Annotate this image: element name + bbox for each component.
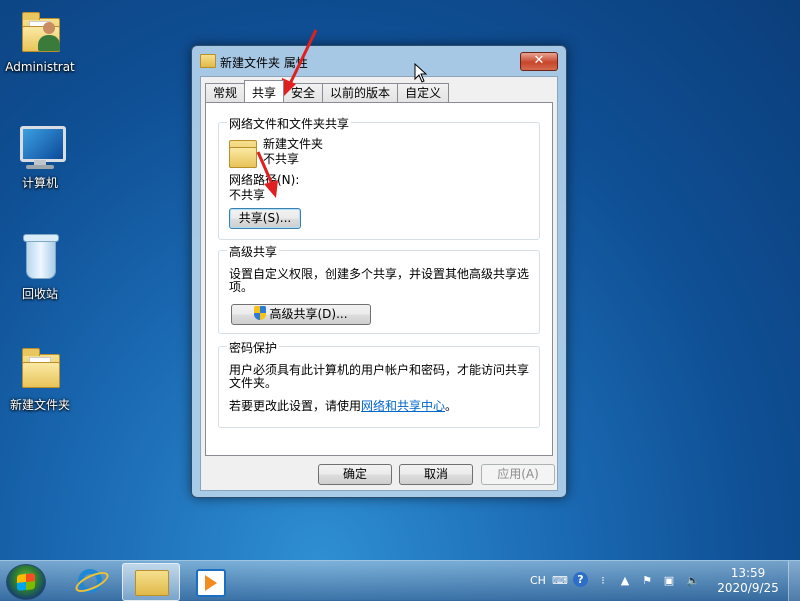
folder-share-status: 不共享	[263, 152, 300, 166]
show-desktop-button[interactable]	[788, 561, 800, 601]
show-hidden-icons-icon[interactable]: ▲	[618, 575, 632, 587]
desktop-icon-computer[interactable]: 计算机	[2, 122, 78, 191]
taskbar-ie-button[interactable]	[62, 563, 118, 599]
windows-logo-icon	[17, 573, 35, 591]
advanced-sharing-button[interactable]: 高级共享(D)...	[231, 304, 371, 325]
start-button[interactable]	[6, 564, 46, 600]
computer-icon	[16, 122, 66, 170]
help-icon[interactable]: ?	[573, 572, 588, 587]
advanced-sharing-description: 设置自定义权限，创建多个共享，并设置其他高级共享选	[229, 267, 530, 281]
tab-strip: 常规 共享 安全 以前的版本 自定义	[205, 80, 450, 103]
group-title: 高级共享	[227, 243, 280, 260]
advanced-sharing-group: 高级共享 设置自定义权限，创建多个共享，并设置其他高级共享选 项。 高级共享(D…	[218, 243, 540, 334]
tab-general[interactable]: 常规	[205, 83, 246, 102]
desktop-icon-new-folder[interactable]: 新建文件夹	[2, 344, 78, 413]
change-setting-text: 若要更改此设置，请使用网络和共享中心。	[229, 397, 457, 414]
desktop-icon-label: 新建文件夹	[9, 398, 70, 412]
desktop-icon-label: 回收站	[21, 287, 58, 301]
network-path-value: 不共享	[229, 188, 266, 202]
network-icon[interactable]: ▣	[662, 575, 676, 587]
desktop-icon-administrator[interactable]: Administrat	[2, 8, 78, 74]
taskbar-explorer-button[interactable]	[122, 563, 180, 601]
change-setting-suffix: 。	[445, 399, 458, 413]
folder-icon	[200, 54, 216, 68]
windows-explorer-icon	[135, 570, 169, 596]
clock[interactable]: 13:59 2020/9/25	[714, 566, 782, 596]
advanced-sharing-description-cont: 项。	[229, 280, 254, 294]
title-bar[interactable]: 新建文件夹 属性 ✕	[192, 46, 566, 76]
group-title: 密码保护	[227, 339, 280, 356]
change-setting-prefix: 若要更改此设置，请使用	[229, 399, 362, 413]
taskbar-media-player-button[interactable]	[182, 563, 238, 599]
apply-button[interactable]: 应用(A)	[481, 464, 555, 485]
options-icon[interactable]: ⁝	[596, 575, 610, 587]
password-protection-description-cont: 文件夹。	[229, 376, 278, 390]
keyboard-icon[interactable]: ⌨	[552, 575, 568, 587]
user-folder-icon	[16, 8, 64, 56]
network-sharing-group: 网络文件和文件夹共享 新建文件夹 不共享 网络路径(N): 不共享 共享(S).…	[218, 115, 540, 240]
clock-date: 2020/9/25	[717, 581, 779, 595]
cancel-button[interactable]: 取消	[399, 464, 473, 485]
folder-icon	[229, 137, 257, 168]
group-title: 网络文件和文件夹共享	[227, 115, 352, 132]
volume-icon[interactable]: 🔈	[686, 575, 700, 587]
desktop-icon-label: Administrat	[5, 60, 75, 74]
close-button[interactable]: ✕	[520, 52, 558, 71]
network-sharing-center-link[interactable]: 网络和共享中心	[361, 399, 445, 413]
taskbar: CH ⌨ ? ⁝ ▲ ⚑ ▣ 🔈 13:59 2020/9/25	[0, 560, 800, 601]
media-player-icon	[196, 569, 226, 597]
password-protection-group: 密码保护 用户必须具有此计算机的用户帐户和密码，才能访问共享 文件夹。 若要更改…	[218, 339, 540, 428]
recycle-bin-icon	[16, 233, 64, 281]
advanced-sharing-button-label: 高级共享(D)...	[269, 307, 348, 321]
properties-window[interactable]: 新建文件夹 属性 ✕ 常规 共享 安全 以前的版本 自定义 网络文件和文件夹共享…	[191, 45, 567, 498]
clock-time: 13:59	[730, 566, 766, 580]
tab-customize[interactable]: 自定义	[397, 83, 450, 102]
dialog-body: 常规 共享 安全 以前的版本 自定义 网络文件和文件夹共享 新建文件夹 不共享 …	[200, 76, 558, 491]
desktop-icon-recycle-bin[interactable]: 回收站	[2, 233, 78, 302]
language-indicator[interactable]: CH	[530, 574, 546, 587]
action-center-flag-icon[interactable]: ⚑	[640, 575, 654, 587]
tab-previous-versions[interactable]: 以前的版本	[322, 83, 399, 102]
uac-shield-icon	[254, 306, 267, 320]
tab-security[interactable]: 安全	[283, 83, 324, 102]
window-title: 新建文件夹 属性	[220, 56, 308, 70]
folder-icon	[16, 344, 64, 392]
desktop-icon-label: 计算机	[21, 176, 58, 190]
sharing-tab-panel: 网络文件和文件夹共享 新建文件夹 不共享 网络路径(N): 不共享 共享(S).…	[205, 102, 553, 456]
tab-sharing[interactable]: 共享	[244, 80, 285, 102]
ok-button[interactable]: 确定	[318, 464, 392, 485]
share-button[interactable]: 共享(S)...	[229, 208, 301, 229]
